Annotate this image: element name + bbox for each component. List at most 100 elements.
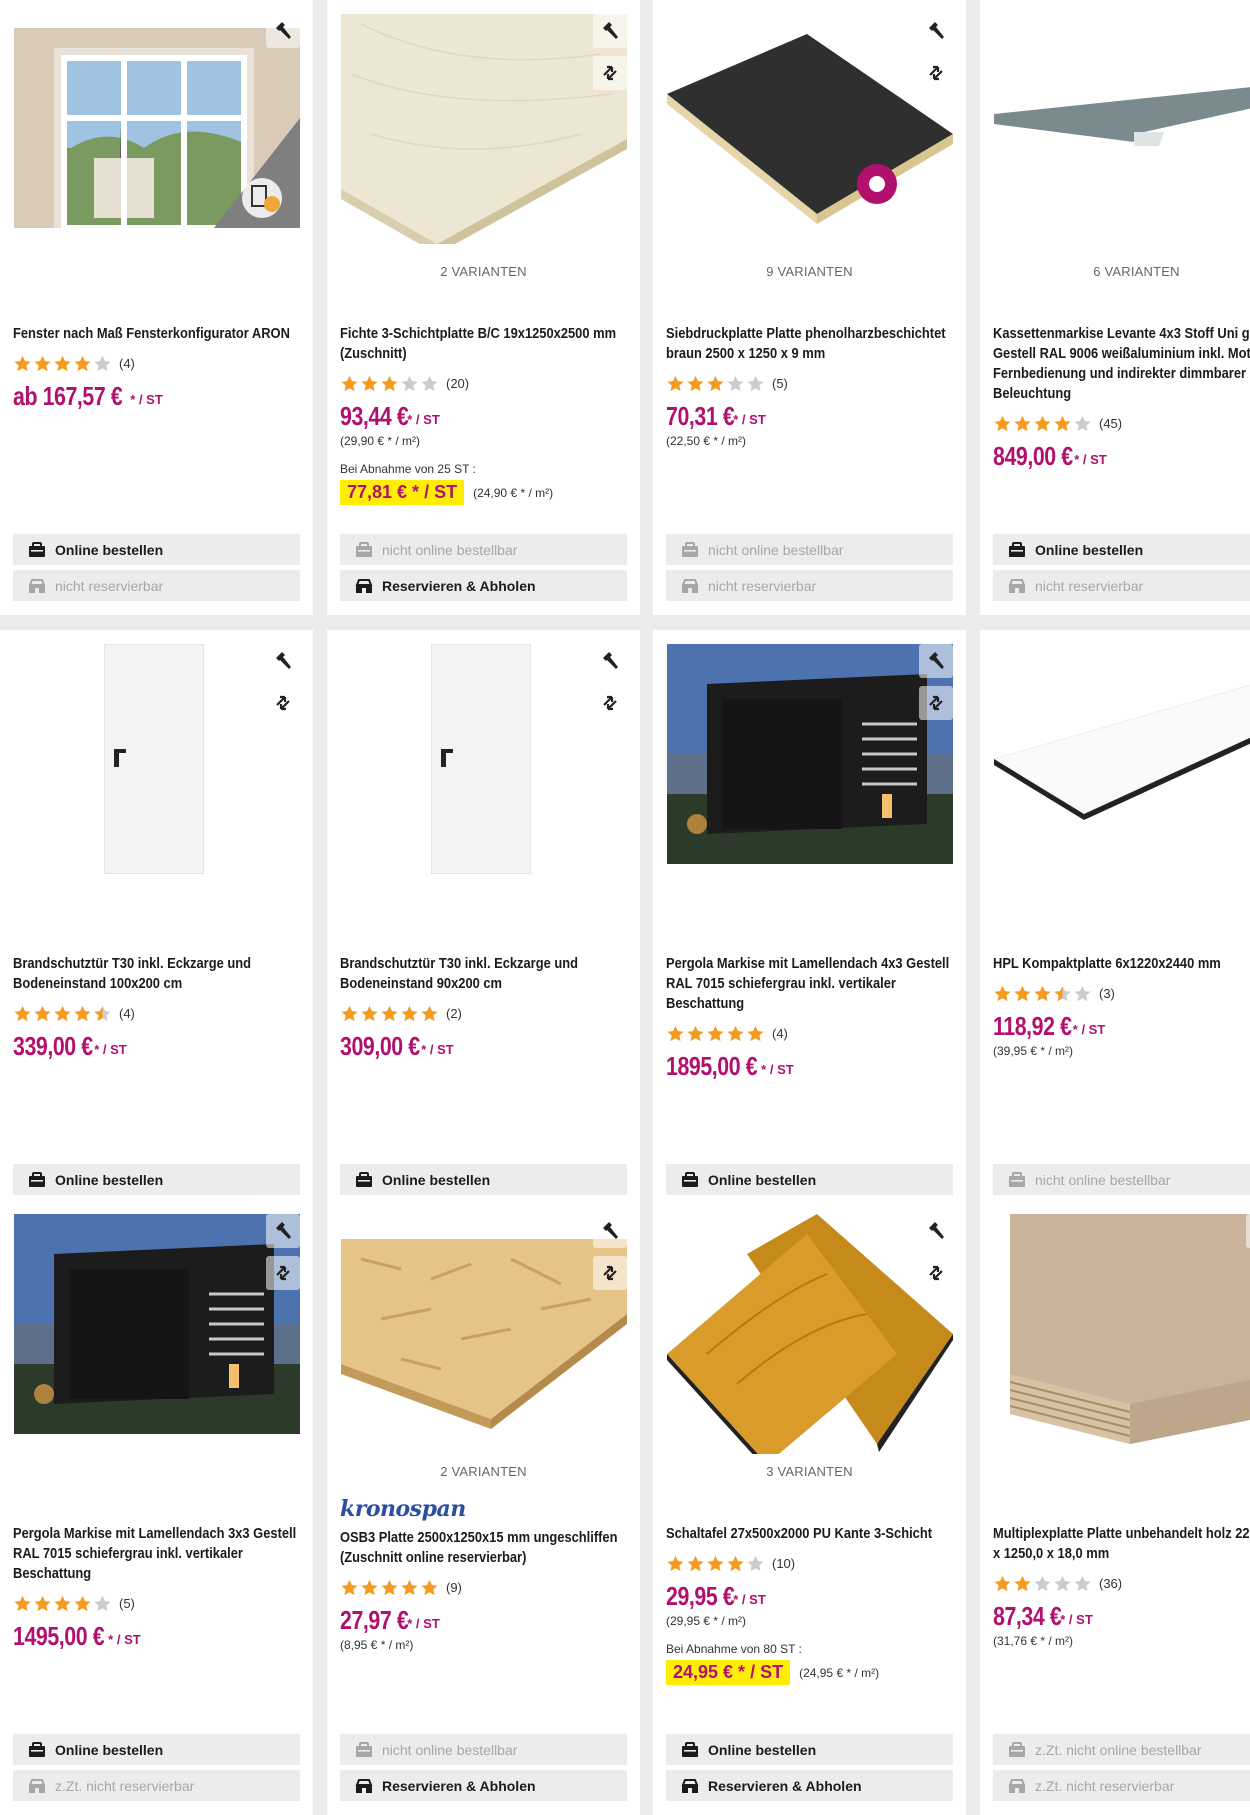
order-online-button[interactable]: Online bestellen — [13, 534, 300, 565]
star-icon — [381, 1005, 398, 1021]
product-card-1[interactable]: Fenster nach Maß Fensterkonfigurator ARO… — [0, 0, 313, 615]
product-card-10[interactable]: 2 VARIANTEN kronospan OSB3 Platte 2500x1… — [327, 1200, 640, 1815]
variants-label[interactable]: 2 VARIANTEN — [327, 1464, 640, 1479]
order-online-button[interactable]: nicht online bestellbar — [340, 534, 627, 565]
product-image[interactable] — [994, 14, 1250, 300]
configure-hammer-button[interactable] — [266, 1214, 300, 1248]
configure-hammer-button[interactable] — [1246, 14, 1250, 48]
product-title[interactable]: Brandschutztür T30 inkl. Eckzarge und Bo… — [340, 954, 629, 994]
order-online-button[interactable]: z.Zt. nicht online bestellbar — [993, 1734, 1250, 1765]
star-icon — [667, 1555, 684, 1571]
product-title[interactable]: OSB3 Platte 2500x1250x15 mm ungeschliffe… — [340, 1528, 629, 1568]
product-card-5[interactable]: Brandschutztür T30 inkl. Eckzarge und Bo… — [0, 630, 313, 1245]
product-title[interactable]: Kassettenmarkise Levante 4x3 Stoff Uni g… — [993, 324, 1250, 404]
order-online-button[interactable]: nicht online bestellbar — [340, 1734, 627, 1765]
reserve-button[interactable]: Reservieren & Abholen — [666, 1770, 953, 1801]
product-title[interactable]: Siebdruckplatte Platte phenolharzbeschic… — [666, 324, 955, 364]
variants-label[interactable]: 9 VARIANTEN — [653, 264, 966, 279]
star-icon — [361, 1005, 378, 1021]
order-online-button[interactable]: Online bestellen — [666, 1734, 953, 1765]
compare-button[interactable] — [593, 56, 627, 90]
product-title[interactable]: Pergola Markise mit Lamellendach 4x3 Ges… — [666, 954, 955, 1014]
star-icon — [341, 1005, 358, 1021]
product-image[interactable] — [667, 14, 953, 300]
configure-hammer-button[interactable] — [919, 1214, 953, 1248]
star-icon — [994, 415, 1011, 431]
product-card-12[interactable]: Multiplexplatte Platte unbehandelt holz … — [980, 1200, 1250, 1815]
product-card-9[interactable]: Pergola Markise mit Lamellendach 3x3 Ges… — [0, 1200, 313, 1815]
product-image[interactable] — [14, 14, 300, 300]
order-online-button[interactable]: Online bestellen — [13, 1164, 300, 1195]
cart-icon — [29, 541, 45, 557]
compare-button[interactable] — [919, 56, 953, 90]
cart-icon — [682, 1741, 698, 1757]
configure-hammer-button[interactable] — [593, 14, 627, 48]
variants-label[interactable]: 3 VARIANTEN — [653, 1464, 966, 1479]
product-card-2[interactable]: 2 VARIANTEN Fichte 3-Schichtplatte B/C 1… — [327, 0, 640, 615]
compare-button[interactable] — [266, 1256, 300, 1290]
order-online-button[interactable]: Online bestellen — [340, 1164, 627, 1195]
product-image[interactable] — [341, 644, 627, 930]
product-image[interactable] — [667, 644, 953, 930]
product-image[interactable] — [341, 1214, 627, 1500]
rating-stars — [340, 1578, 440, 1597]
configure-hammer-button[interactable] — [919, 14, 953, 48]
compare-button[interactable] — [593, 686, 627, 720]
configure-hammer-button[interactable] — [593, 1214, 627, 1248]
configure-hammer-button[interactable] — [266, 14, 300, 48]
star-icon — [1054, 415, 1071, 431]
reserve-button[interactable]: Reservieren & Abholen — [340, 1770, 627, 1801]
order-online-button[interactable]: Online bestellen — [666, 1164, 953, 1195]
configure-hammer-button[interactable] — [1246, 1214, 1250, 1248]
star-icon — [401, 1005, 418, 1021]
product-title[interactable]: Multiplexplatte Platte unbehandelt holz … — [993, 1524, 1250, 1564]
product-title[interactable]: Brandschutztür T30 inkl. Eckzarge und Bo… — [13, 954, 302, 994]
order-online-button[interactable]: nicht online bestellbar — [666, 534, 953, 565]
reserve-button[interactable]: nicht reservierbar — [666, 570, 953, 601]
compare-button[interactable] — [266, 686, 300, 720]
compare-button[interactable] — [593, 1256, 627, 1290]
product-card-11[interactable]: 3 VARIANTEN Schaltafel 27x500x2000 PU Ka… — [653, 1200, 966, 1815]
product-title[interactable]: Fenster nach Maß Fensterkonfigurator ARO… — [13, 324, 302, 344]
product-title[interactable]: Pergola Markise mit Lamellendach 3x3 Ges… — [13, 1524, 302, 1584]
price-value: 1495,00 € — [13, 1621, 105, 1651]
product-image[interactable] — [14, 1214, 300, 1500]
product-card-3[interactable]: 9 VARIANTEN Siebdruckplatte Platte pheno… — [653, 0, 966, 615]
price-per-m2: (29,95 € * / m²) — [666, 1614, 747, 1628]
reserve-button[interactable]: z.Zt. nicht reservierbar — [993, 1770, 1250, 1801]
product-image[interactable] — [994, 1214, 1250, 1500]
product-title[interactable]: HPL Kompaktplatte 6x1220x2440 mm — [993, 954, 1250, 974]
reserve-button[interactable]: nicht reservierbar — [13, 570, 300, 601]
order-online-button[interactable]: Online bestellen — [13, 1734, 300, 1765]
compare-button[interactable] — [919, 686, 953, 720]
product-card-6[interactable]: Brandschutztür T30 inkl. Eckzarge und Bo… — [327, 630, 640, 1245]
bulk-per-m2: (24,90 € * / m²) — [473, 485, 554, 500]
price-value: 29,95 € — [666, 1581, 735, 1611]
order-online-button[interactable]: nicht online bestellbar — [993, 1164, 1250, 1195]
configure-hammer-button[interactable] — [1246, 644, 1250, 678]
compare-button[interactable] — [919, 1256, 953, 1290]
configure-hammer-button[interactable] — [593, 644, 627, 678]
order-online-button[interactable]: Online bestellen — [993, 534, 1250, 565]
configure-hammer-button[interactable] — [266, 644, 300, 678]
rating: (3) — [993, 983, 1250, 1003]
configure-hammer-button[interactable] — [919, 644, 953, 678]
product-image[interactable] — [994, 644, 1250, 930]
review-count: (3) — [1099, 985, 1115, 1001]
variants-label[interactable]: 6 VARIANTEN — [980, 264, 1250, 279]
product-image[interactable] — [341, 14, 627, 300]
reserve-button[interactable]: z.Zt. nicht reservierbar — [13, 1770, 300, 1801]
product-image[interactable] — [14, 644, 300, 930]
variants-label[interactable]: 2 VARIANTEN — [327, 264, 640, 279]
rating: (4) — [13, 1003, 303, 1023]
product-card-8[interactable]: HPL Kompaktplatte 6x1220x2440 mm (3) 118… — [980, 630, 1250, 1245]
reserve-button[interactable]: Reservieren & Abholen — [340, 570, 627, 601]
product-card-7[interactable]: Pergola Markise mit Lamellendach 4x3 Ges… — [653, 630, 966, 1245]
product-card-4[interactable]: 6 VARIANTEN Kassettenmarkise Levante 4x3… — [980, 0, 1250, 615]
price: 87,34 € * / ST — [993, 1601, 1250, 1632]
reserve-button[interactable]: nicht reservierbar — [993, 570, 1250, 601]
product-title[interactable]: Fichte 3-Schichtplatte B/C 19x1250x2500 … — [340, 324, 629, 364]
star-icon — [1054, 1575, 1071, 1591]
product-image[interactable] — [667, 1214, 953, 1500]
product-title[interactable]: Schaltafel 27x500x2000 PU Kante 3-Schich… — [666, 1524, 955, 1544]
